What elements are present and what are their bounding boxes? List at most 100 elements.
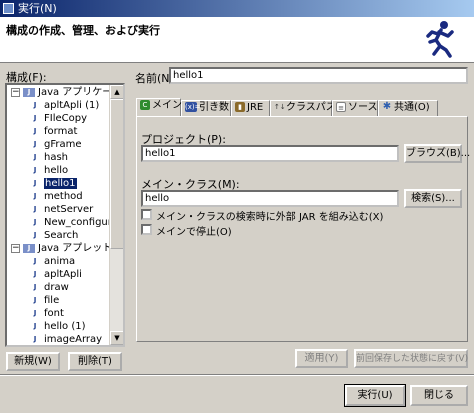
java-launch-icon: J: [33, 256, 37, 265]
name-input[interactable]: hello1: [169, 67, 468, 84]
java-launch-icon: J: [33, 152, 37, 161]
tab-label: JRE: [247, 102, 264, 113]
java-launch-icon: J: [33, 308, 37, 317]
tab-label: ソース: [348, 102, 378, 113]
window-title: 実行(N): [18, 2, 57, 15]
tree-item[interactable]: JgFrame: [29, 138, 82, 151]
java-launch-icon: J: [33, 282, 37, 291]
common-icon: ✱: [382, 101, 392, 112]
main-class-input[interactable]: hello: [141, 190, 399, 207]
stop-in-main-checkbox[interactable]: [141, 224, 152, 235]
tree-item-label: hello1: [44, 178, 77, 189]
tree-item[interactable]: Jfont: [29, 307, 64, 320]
java-launch-icon: J: [33, 191, 37, 200]
tree-item[interactable]: JapltApli: [29, 268, 82, 281]
tree-item-label: font: [44, 308, 64, 319]
arguments-icon: (x)=: [185, 102, 201, 112]
apply-button[interactable]: 適用(Y): [295, 349, 348, 368]
java-launch-icon: J: [33, 295, 37, 304]
tree-item[interactable]: Jformat: [29, 125, 78, 138]
tab-main[interactable]: C メイン: [136, 98, 182, 116]
tree-item[interactable]: Jdraw: [29, 281, 69, 294]
java-launch-icon: J: [33, 230, 37, 239]
tree-vertical-scrollbar[interactable]: ▲ ▼: [109, 85, 123, 345]
tree-item-label: hello (1): [44, 321, 86, 332]
include-external-jars-checkbox[interactable]: [141, 209, 152, 220]
java-launch-icon: J: [33, 165, 37, 174]
revert-button[interactable]: 前回保存した状態に戻す(V): [354, 349, 468, 368]
tree-item-label: gFrame: [44, 139, 82, 150]
tree-item-label: Java アプレット: [38, 243, 113, 254]
tab-label: 引き数: [199, 102, 229, 113]
delete-button[interactable]: 削除(T): [68, 352, 122, 371]
java-launch-icon: J: [33, 139, 37, 148]
tab-bar: C メイン (x)=引き数 ▮ JRE ↑↓クラスパス ≡ ソース ✱ 共通(O): [136, 98, 468, 116]
run-button[interactable]: 実行(U): [344, 384, 406, 407]
tree-item-label: file: [44, 295, 60, 306]
tree-item[interactable]: Jhash: [29, 151, 68, 164]
tree-item[interactable]: Janima: [29, 255, 75, 268]
tab-classpath[interactable]: ↑↓クラスパス: [270, 100, 336, 116]
java-launch-icon: J: [33, 204, 37, 213]
collapse-icon[interactable]: −: [11, 88, 20, 97]
tree-item-label: apltApli (1): [44, 100, 100, 111]
tree-item-label: hash: [44, 152, 69, 163]
tree-item[interactable]: JimageArray: [29, 333, 102, 345]
tree-item[interactable]: Jkey: [29, 346, 62, 347]
tree-item[interactable]: JnetServer: [29, 203, 94, 216]
tree-item[interactable]: Jmethod: [29, 190, 83, 203]
java-launch-icon: J: [33, 100, 37, 109]
tree-category[interactable]: − J Java アプレット: [9, 242, 112, 255]
tree-item[interactable]: Jhello (1): [29, 320, 86, 333]
running-man-icon: [426, 21, 454, 58]
main-tab-icon: C: [140, 100, 150, 110]
scroll-up-button[interactable]: ▲: [110, 85, 123, 99]
banner-title: 構成の作成、管理、および実行: [6, 24, 160, 37]
title-bar: 実行(N): [0, 0, 474, 17]
library-icon: ▮: [235, 102, 245, 112]
project-input[interactable]: hello1: [141, 145, 399, 162]
tree-item[interactable]: Jhello: [29, 164, 68, 177]
tab-source[interactable]: ≡ ソース: [332, 100, 378, 116]
java-launch-icon: J: [33, 126, 37, 135]
tab-jre[interactable]: ▮ JRE: [231, 100, 270, 116]
footer-separator: [0, 374, 474, 376]
configuration-tree[interactable]: −JJava アプリケーションJapltApli (1)JFIleCopyJfo…: [5, 83, 125, 347]
source-icon: ≡: [336, 102, 346, 112]
tree-item-label: method: [44, 191, 83, 202]
stop-in-main-label: メインで停止(O): [156, 227, 232, 238]
tab-label: メイン: [152, 100, 182, 111]
tree-item[interactable]: J FIleCopy: [29, 112, 87, 125]
collapse-icon[interactable]: −: [11, 244, 20, 253]
tree-item-label: Search: [44, 230, 79, 241]
tree-item[interactable]: JapltApli (1): [29, 99, 100, 112]
search-button[interactable]: 検索(S)...: [404, 189, 462, 208]
java-launch-icon: J: [33, 113, 37, 122]
browse-button[interactable]: ブラウズ(B)...: [404, 144, 470, 163]
tree-item[interactable]: Jfile: [29, 294, 60, 307]
tree-item[interactable]: Jhello1: [29, 177, 77, 190]
tab-label: クラスパス: [286, 102, 336, 113]
close-button[interactable]: 閉じる: [410, 385, 468, 406]
tree-item[interactable]: J Search: [29, 229, 79, 242]
new-button[interactable]: 新規(W): [6, 352, 60, 371]
tree-category[interactable]: −JJava アプリケーション: [9, 86, 123, 99]
tab-common[interactable]: ✱ 共通(O): [378, 100, 438, 116]
app-icon: [3, 3, 14, 14]
java-launch-icon: J: [33, 269, 37, 278]
scroll-down-button[interactable]: ▼: [110, 331, 123, 345]
tree-item-label: hello: [44, 165, 69, 176]
tree-item-label: anima: [44, 256, 76, 267]
tree-item-label: draw: [44, 282, 69, 293]
tab-arguments[interactable]: (x)=引き数: [181, 100, 231, 116]
java-category-icon: J: [23, 243, 35, 253]
include-external-jars-label: メイン・クラスの検索時に外部 JAR を組み込む(X): [156, 212, 384, 223]
java-category-icon: J: [23, 87, 35, 97]
java-launch-icon: J: [33, 217, 37, 226]
tree-item-label: netServer: [44, 204, 94, 215]
tree-item-label: FIleCopy: [44, 113, 87, 124]
tree-item-label: apltApli: [44, 269, 82, 280]
scroll-thumb[interactable]: [110, 99, 123, 249]
tab-label: 共通(O): [394, 102, 430, 113]
classpath-icon: ↑↓: [274, 103, 286, 111]
